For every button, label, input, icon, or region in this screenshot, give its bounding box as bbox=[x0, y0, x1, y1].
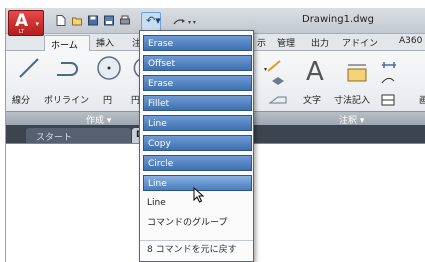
undo-icon: ↶▾ bbox=[146, 14, 161, 27]
tab-output[interactable]: 出力 bbox=[311, 36, 329, 49]
undo-item[interactable]: Fillet bbox=[143, 95, 252, 111]
application-menu-button[interactable]: A ▾ LT bbox=[8, 10, 44, 36]
open-folder-icon[interactable] bbox=[72, 15, 82, 26]
tab-a360[interactable]: A360 bbox=[399, 36, 422, 46]
tab-start-label: スタート bbox=[36, 133, 73, 143]
tab-home[interactable]: ホーム bbox=[44, 35, 90, 52]
line-tool-icon[interactable] bbox=[18, 57, 40, 79]
svg-text:▾: ▾ bbox=[264, 66, 267, 73]
autocad-logo-icon: A bbox=[15, 11, 29, 31]
lt-badge: LT bbox=[19, 29, 25, 35]
text-tool-label: 文字 bbox=[303, 96, 322, 106]
undo-item[interactable]: Copy bbox=[143, 135, 252, 151]
tab-insert[interactable]: 挿入 bbox=[96, 36, 114, 49]
undo-item[interactable]: Circle bbox=[143, 155, 252, 171]
chevron-down-icon: ▾ bbox=[35, 20, 39, 28]
modify-tools-icon[interactable]: ▾ bbox=[264, 59, 294, 109]
undo-button[interactable]: ↶▾ bbox=[141, 12, 161, 31]
new-file-icon[interactable] bbox=[56, 15, 66, 26]
tab-addins[interactable]: アドイン bbox=[342, 36, 378, 49]
circle-tool-icon[interactable] bbox=[96, 55, 122, 81]
polyline-tool-label: ポリライン bbox=[44, 96, 90, 106]
dimension-tool-label: 寸法記入 bbox=[334, 96, 371, 106]
undo-history-dropdown: Erase Offset Erase Fillet Line Copy Circ… bbox=[139, 30, 254, 262]
tab-manage[interactable]: 管理 bbox=[277, 36, 295, 49]
save-as-icon[interactable] bbox=[104, 15, 114, 26]
polyline-tool-icon[interactable] bbox=[54, 57, 82, 79]
circle-tool-label: 円 bbox=[103, 96, 113, 106]
undo-item[interactable]: Erase bbox=[143, 35, 252, 51]
dropdown-divider bbox=[140, 240, 253, 241]
tab-view-partial[interactable]: 示 bbox=[257, 36, 266, 49]
line-tool-label: 線分 bbox=[12, 96, 31, 106]
text-tool-icon[interactable]: A bbox=[306, 57, 324, 87]
svg-text:▾ ▾: ▾ ▾ bbox=[188, 19, 196, 26]
undo-count-status: 8 コマンドを元に戻す bbox=[147, 245, 237, 255]
undo-item[interactable]: Offset bbox=[143, 55, 252, 71]
save-icon[interactable] bbox=[88, 15, 98, 26]
annotation-tools-icon[interactable] bbox=[380, 59, 404, 109]
undo-item-command-group[interactable]: コマンドのグループ bbox=[143, 215, 252, 231]
tab-home-label: ホーム bbox=[51, 41, 78, 51]
ribbon-right-label: 画 bbox=[419, 93, 425, 106]
undo-item[interactable]: Line bbox=[143, 115, 252, 131]
window-title: Drawing1.dwg bbox=[302, 14, 374, 25]
print-icon[interactable] bbox=[120, 15, 130, 26]
redo-icon[interactable]: ▾ ▾ bbox=[172, 17, 202, 26]
mouse-pointer-icon bbox=[193, 187, 205, 203]
dimension-tool-icon[interactable] bbox=[346, 61, 368, 83]
undo-item[interactable]: Erase bbox=[143, 75, 252, 91]
tab-start[interactable]: スタート bbox=[26, 128, 131, 143]
